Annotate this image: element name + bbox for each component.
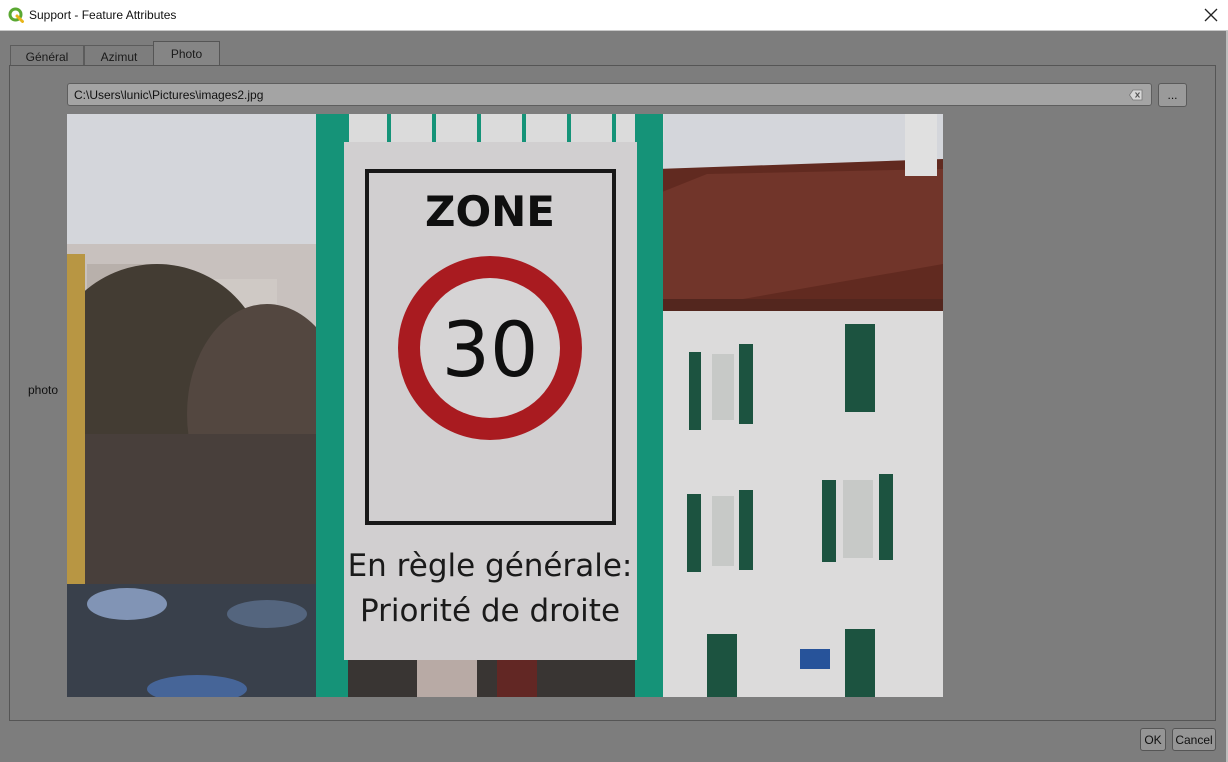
tab-general-label: Général: [25, 49, 69, 64]
browse-button-label: ...: [1167, 88, 1178, 102]
browse-button[interactable]: ...: [1158, 83, 1187, 107]
photo-path-input[interactable]: C:\Users\lunic\Pictures\images2.jpg: [67, 83, 1152, 106]
ok-button[interactable]: OK: [1140, 728, 1166, 751]
tab-azimut[interactable]: Azimut: [84, 45, 154, 67]
photo-image: ZONE 30 En règle générale: Priorité de d…: [67, 114, 943, 697]
dialog-body: Général Azimut Photo C:\Users\lunic\Pict…: [0, 31, 1228, 762]
tab-photo[interactable]: Photo: [153, 41, 220, 66]
window-title: Support - Feature Attributes: [29, 8, 177, 22]
cancel-button[interactable]: Cancel: [1172, 728, 1216, 751]
photo-preview: ZONE 30 En règle générale: Priorité de d…: [67, 114, 943, 697]
photo-path-value: C:\Users\lunic\Pictures\images2.jpg: [74, 88, 264, 102]
tab-azimut-label: Azimut: [100, 49, 138, 64]
ok-button-label: OK: [1144, 732, 1162, 747]
close-icon: [1204, 8, 1218, 22]
tab-photo-label: Photo: [170, 47, 203, 61]
qgis-logo-icon: [8, 7, 24, 23]
photo-field-label: photo: [28, 383, 59, 397]
cancel-button-label: Cancel: [1175, 732, 1213, 747]
clear-input-icon[interactable]: [1129, 89, 1143, 101]
close-button[interactable]: [1194, 0, 1228, 30]
tab-general[interactable]: Général: [10, 45, 84, 67]
title-bar: Support - Feature Attributes: [0, 0, 1228, 31]
